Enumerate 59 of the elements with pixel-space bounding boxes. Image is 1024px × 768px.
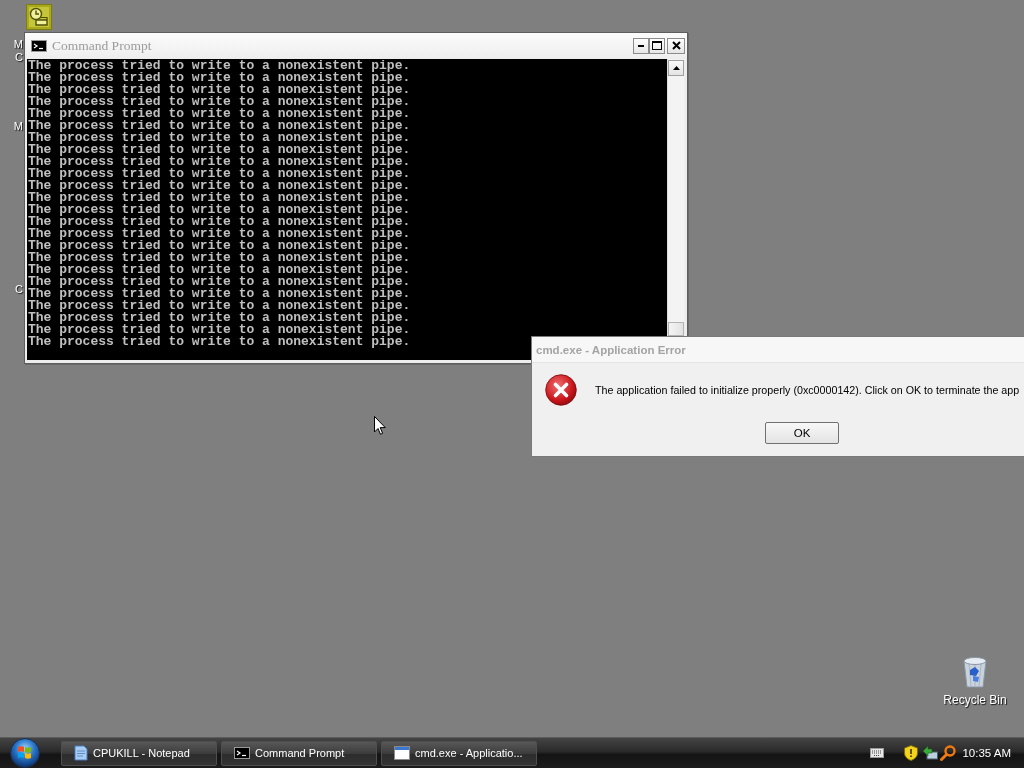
desktop-icon-label: C [15, 283, 23, 296]
caret-up-icon [672, 66, 680, 70]
console-line: The process tried to write to a nonexistent pipe. [28, 108, 412, 120]
console-line: The process tried to write to a nonexistent pipe. [28, 336, 412, 348]
console-line: The process tried to write to a nonexistent pipe. [28, 72, 412, 84]
desktop-icon-label: M [13, 120, 23, 133]
minimize-button[interactable] [633, 37, 649, 54]
taskbar-clock[interactable]: 10:35 AM [962, 747, 1011, 759]
close-button[interactable] [667, 37, 685, 54]
console-icon [234, 747, 250, 759]
desktop-icon-label: M [13, 38, 23, 51]
console-line: The process tried to write to a nonexistent pipe. [28, 288, 412, 300]
console-line: The process tried to write to a nonexistent pipe. [28, 60, 412, 72]
maximize-button[interactable] [649, 37, 665, 54]
console-line: The process tried to write to a nonexistent pipe. [28, 156, 412, 168]
scroll-up-button[interactable] [668, 60, 684, 76]
console-line: The process tried to write to a nonexistent pipe. [28, 324, 412, 336]
console-line: The process tried to write to a nonexistent pipe. [28, 204, 412, 216]
ok-button[interactable]: OK [765, 422, 839, 444]
console-line: The process tried to write to a nonexistent pipe. [28, 276, 412, 288]
flag-orb-icon [10, 738, 40, 768]
console-line: The process tried to write to a nonexistent pipe. [28, 240, 412, 252]
console-line: The process tried to write to a nonexistent pipe. [28, 84, 412, 96]
desktop-icon-label: Recycle Bin [943, 694, 1007, 707]
console-line: The process tried to write to a nonexistent pipe. [28, 228, 412, 240]
error-message: The application failed to initialize properly (0xc0000142). Click on OK to terminate the app [595, 384, 1020, 396]
scrollbar-thumb[interactable] [668, 322, 684, 336]
search-icon[interactable] [940, 745, 957, 761]
console-line: The process tried to write to a nonexistent pipe. [28, 264, 412, 276]
desktop-icon-label: C [15, 51, 23, 64]
console-icon [31, 39, 47, 52]
minimize-icon [638, 44, 644, 47]
clock-document-icon[interactable] [26, 4, 52, 30]
error-icon [545, 374, 577, 406]
dialog-title: cmd.exe - Application Error [536, 343, 686, 356]
mouse-cursor-icon [374, 416, 386, 435]
console-line: The process tried to write to a nonexistent pipe. [28, 300, 412, 312]
notepad-icon [74, 745, 88, 761]
console-line: The process tried to write to a nonexistent pipe. [28, 252, 412, 264]
console-line: The process tried to write to a nonexistent pipe. [28, 120, 412, 132]
shield-icon[interactable] [904, 745, 919, 761]
trash-bin-icon[interactable] [961, 656, 989, 688]
console-line: The process tried to write to a nonexistent pipe. [28, 180, 412, 192]
window-title: Command Prompt [52, 37, 152, 54]
console-line: The process tried to write to a nonexistent pipe. [28, 192, 412, 204]
close-icon [671, 41, 681, 50]
console-line: The process tried to write to a nonexistent pipe. [28, 216, 412, 228]
keyboard-icon[interactable] [870, 748, 885, 758]
taskbar-button[interactable]: Command Prompt [221, 740, 377, 766]
console-line: The process tried to write to a nonexistent pipe. [28, 144, 412, 156]
console-line: The process tried to write to a nonexistent pipe. [28, 96, 412, 108]
arrow-screen-icon[interactable] [922, 745, 939, 761]
window-icon [394, 746, 410, 760]
maximize-icon [652, 41, 662, 50]
taskbar-button[interactable]: CPUKILL - Notepad [61, 740, 217, 766]
console-line: The process tried to write to a nonexistent pipe. [28, 168, 412, 180]
taskbar-button[interactable]: cmd.exe - Applicatio... [381, 740, 537, 766]
console-line: The process tried to write to a nonexistent pipe. [28, 132, 412, 144]
console-line: The process tried to write to a nonexistent pipe. [28, 312, 412, 324]
